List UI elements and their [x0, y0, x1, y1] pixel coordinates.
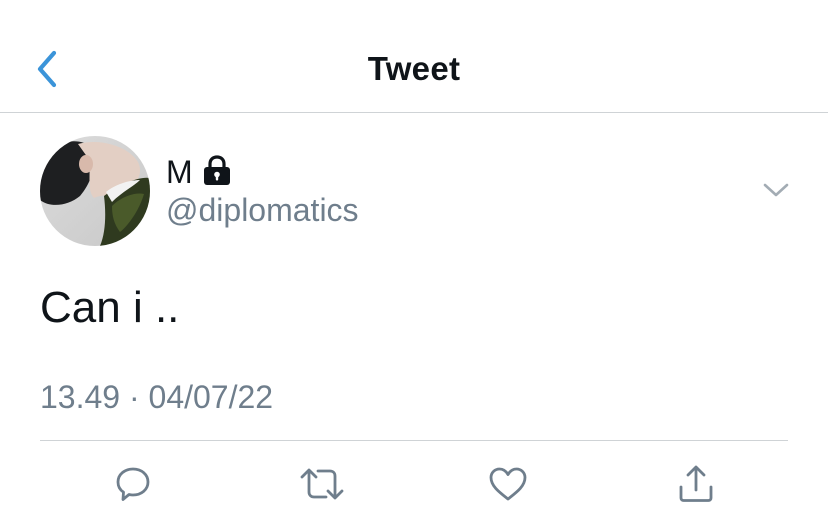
tweet-time: 13.49	[40, 379, 121, 415]
like-button[interactable]	[484, 460, 532, 508]
retweet-arrows-icon	[300, 468, 344, 500]
lock-icon	[202, 154, 232, 187]
tweet-detail-screen: Tweet M @diplomatics Can i .. 13.49 · 04…	[0, 0, 828, 525]
share-button[interactable]	[672, 460, 720, 508]
author-name-row[interactable]: M	[166, 153, 232, 191]
chevron-down-icon	[763, 183, 789, 197]
author-display-name: M	[166, 154, 193, 190]
reply-button[interactable]	[109, 460, 157, 508]
tweet-text: Can i ..	[40, 283, 180, 332]
speech-bubble-icon	[116, 467, 150, 501]
retweet-button[interactable]	[298, 460, 346, 508]
avatar[interactable]	[40, 136, 150, 246]
profile-photo	[40, 136, 150, 246]
heart-icon	[489, 467, 527, 501]
tweet-timestamp: 13.49 · 04/07/22	[40, 378, 273, 416]
author-handle[interactable]: @diplomatics	[166, 191, 359, 229]
share-upload-icon	[679, 465, 713, 502]
navigation-header: Tweet	[0, 0, 828, 113]
divider	[40, 440, 788, 441]
more-options-button[interactable]	[760, 178, 792, 202]
tweet-date: 04/07/22	[148, 379, 274, 415]
timestamp-separator: ·	[128, 379, 140, 415]
page-title: Tweet	[367, 50, 461, 87]
